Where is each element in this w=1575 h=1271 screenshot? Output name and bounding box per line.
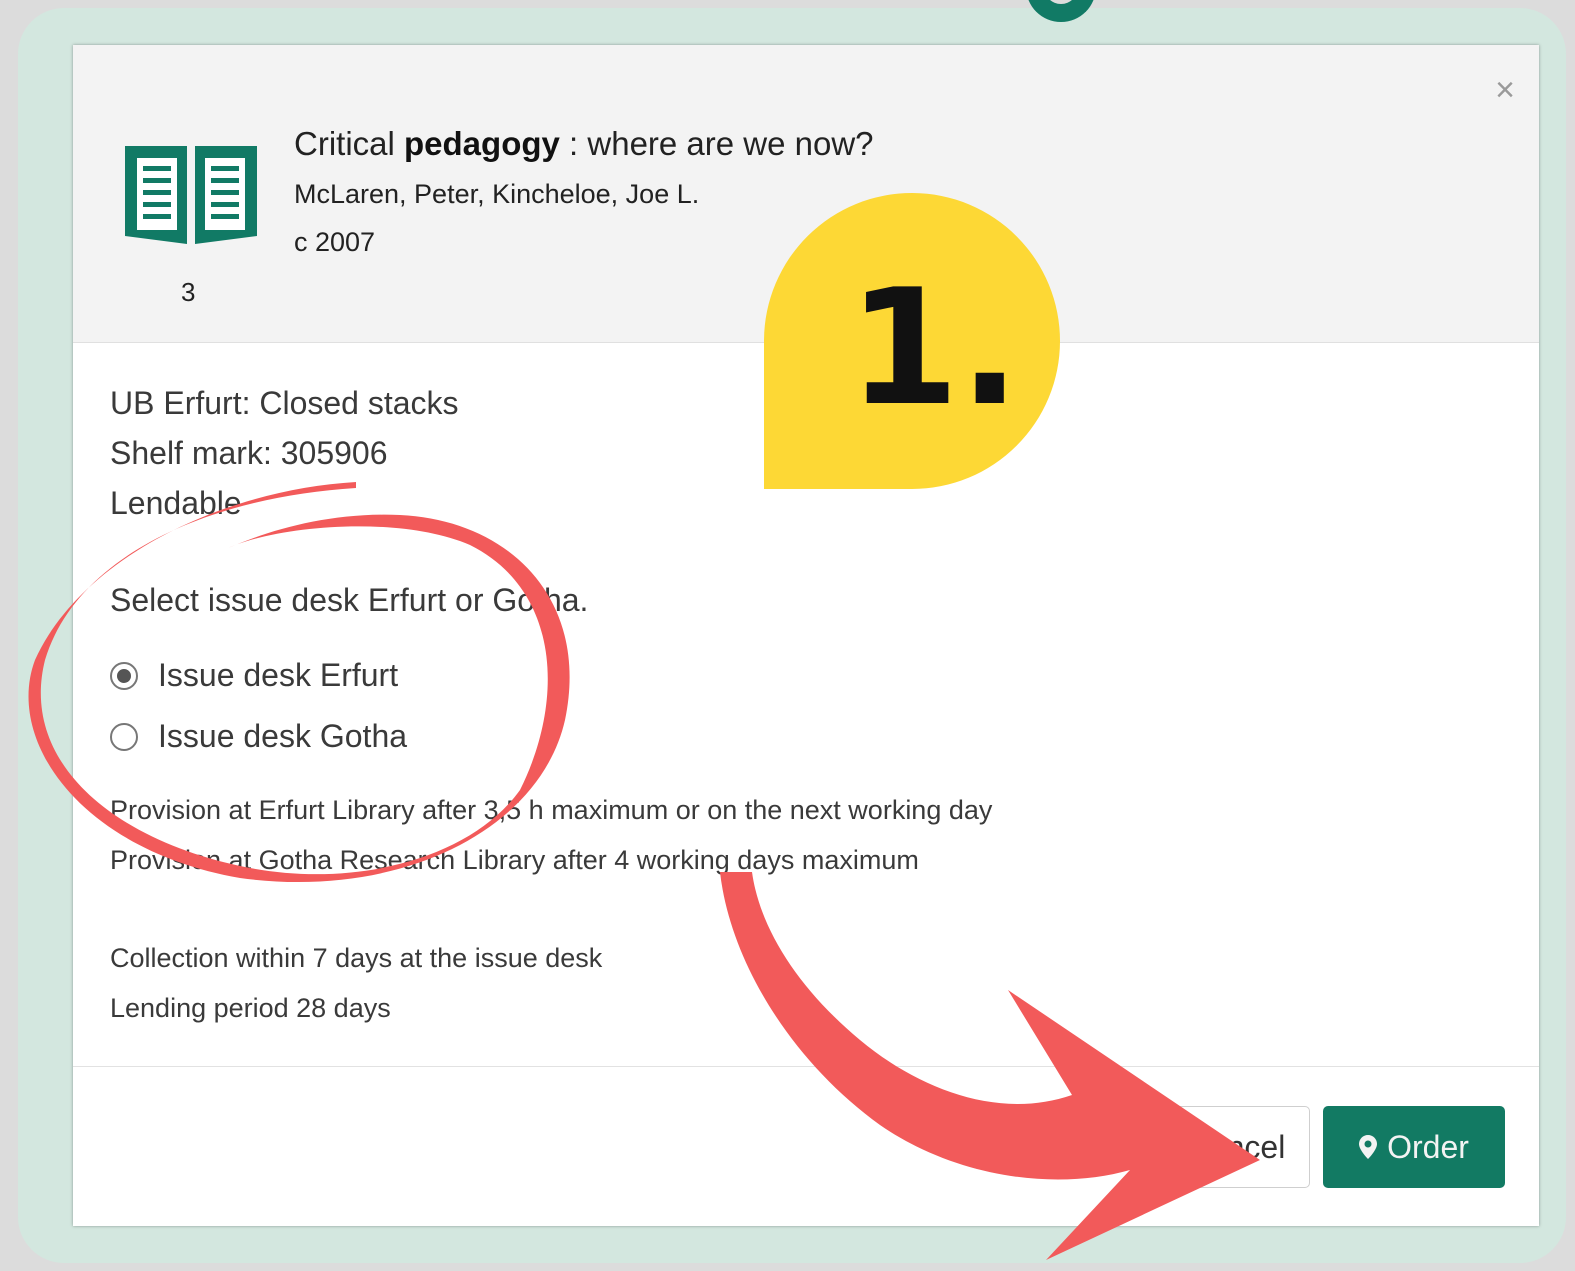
title-suffix: : where are we now? — [559, 125, 874, 162]
collection-note: Collection within 7 days at the issue de… — [110, 943, 603, 973]
radio-label-gotha: Issue desk Gotha — [158, 718, 408, 754]
title-prefix: Critical — [294, 125, 405, 162]
location-text: UB Erfurt: Closed stacks — [110, 385, 459, 421]
footer-divider — [73, 1066, 1539, 1067]
item-count: 3 — [181, 277, 196, 307]
open-book-icon — [125, 146, 257, 244]
lending-period: Lending period 28 days — [110, 993, 391, 1023]
record-title[interactable]: Critical pedagogy : where are we now? — [294, 125, 874, 163]
title-highlight: pedagogy — [404, 125, 560, 162]
shelf-mark-text: Shelf mark: 305906 — [110, 435, 388, 471]
radio-option-gotha[interactable]: Issue desk Gotha — [110, 718, 407, 755]
dialog-header: × 3 Critical pedagogy : where are we now… — [73, 45, 1539, 343]
radio-button-checked[interactable] — [110, 661, 138, 690]
availability-status: Lendable — [110, 485, 242, 521]
radio-button-unchecked[interactable] — [110, 722, 138, 751]
order-dialog: × 3 Critical pedagogy : where are we now… — [73, 45, 1539, 1226]
step-number: 1. — [848, 254, 1021, 441]
record-year: c 2007 — [294, 227, 376, 257]
close-icon[interactable]: × — [1495, 73, 1515, 107]
partial-heading-letter — [1026, 0, 1096, 22]
provision-erfurt-text: Provision at Erfurt Library after 3,5 h … — [110, 795, 993, 825]
order-button[interactable]: Order — [1323, 1106, 1505, 1188]
provision-gotha-text: Provision at Gotha Research Library afte… — [110, 845, 919, 875]
cancel-button[interactable]: Cancel — [1161, 1106, 1310, 1188]
select-desk-prompt: Select issue desk Erfurt or Gotha. — [110, 582, 589, 618]
order-label: Order — [1387, 1128, 1469, 1165]
radio-option-erfurt[interactable]: Issue desk Erfurt — [110, 657, 398, 694]
map-marker-icon — [1359, 1135, 1378, 1159]
radio-label-erfurt: Issue desk Erfurt — [158, 657, 399, 693]
record-authors: McLaren, Peter, Kincheloe, Joe L. — [294, 179, 700, 209]
cancel-label: Cancel — [1185, 1128, 1286, 1165]
